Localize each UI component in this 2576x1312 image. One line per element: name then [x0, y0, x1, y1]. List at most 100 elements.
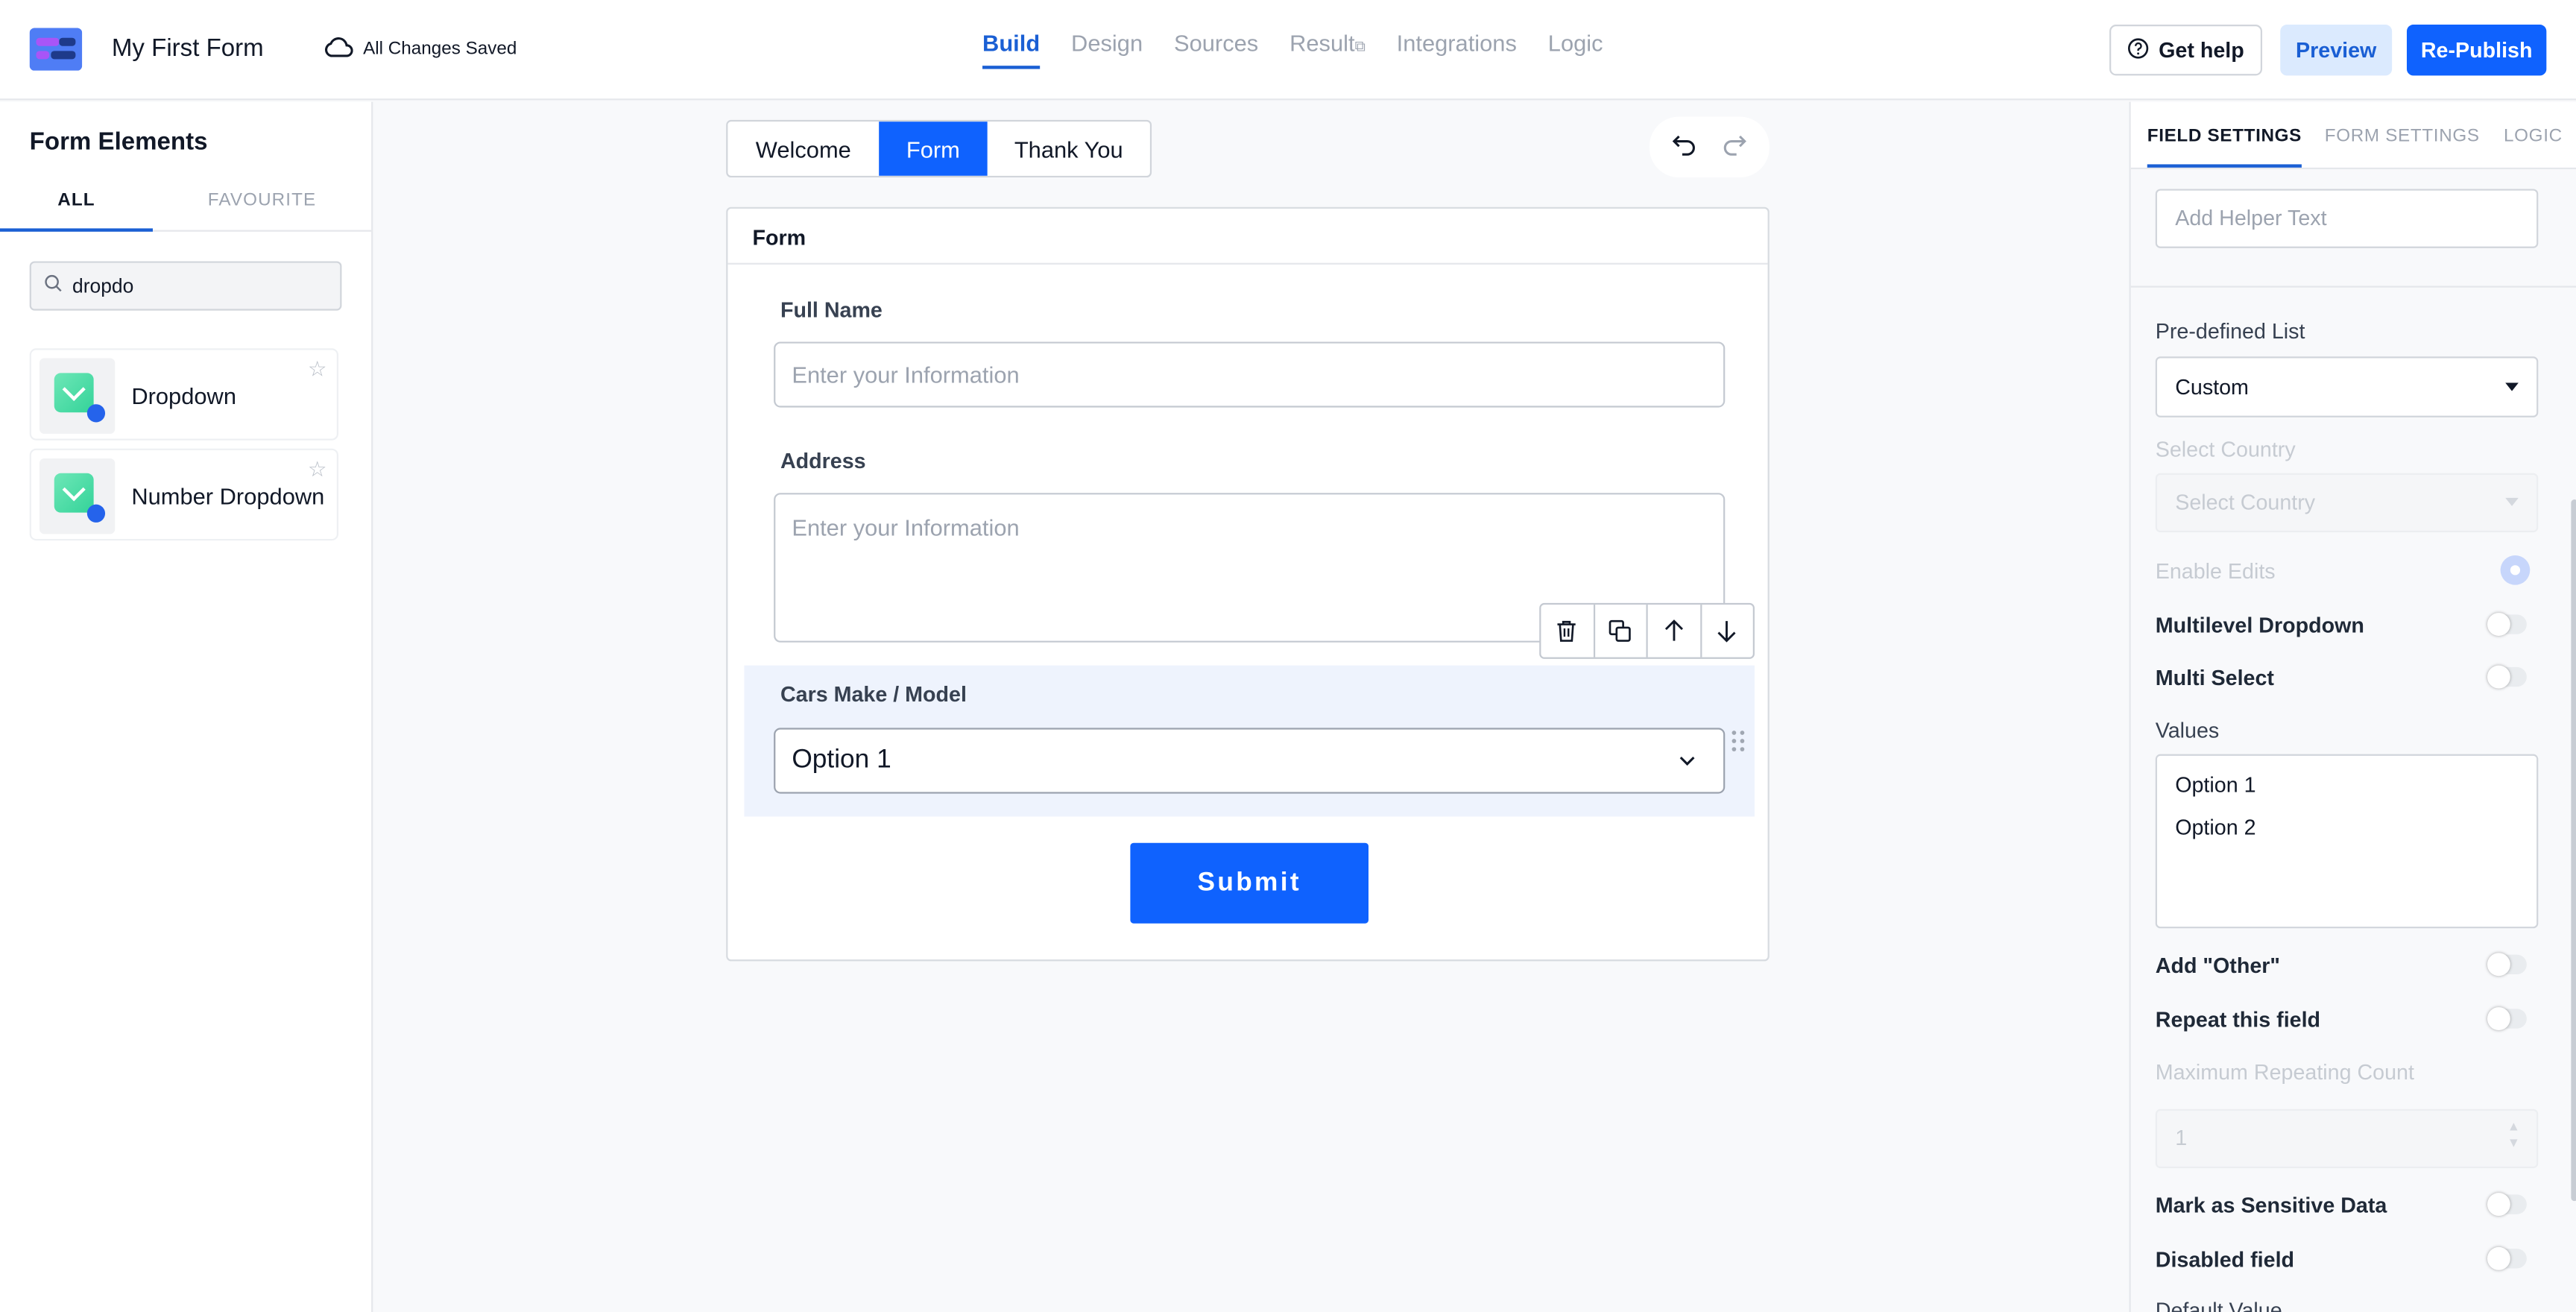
sidebar-title: Form Elements [29, 127, 208, 157]
tab-logic[interactable]: LOGIC [2504, 127, 2563, 146]
form-canvas: Form Full Name Enter your Information Ad… [726, 206, 1770, 962]
field-label-address: Address [780, 448, 866, 473]
caret-down-icon [2504, 475, 2520, 531]
field-toolbar [1539, 602, 1755, 659]
caret-down-icon [2504, 358, 2520, 415]
external-link-icon: ⧉ [1354, 37, 1366, 54]
nav-sources[interactable]: Sources [1174, 30, 1258, 69]
value-item: Option 1 [2175, 772, 2256, 797]
redo-icon[interactable] [1721, 130, 1747, 164]
sensitive-data-label: Mark as Sensitive Data [2155, 1193, 2387, 1218]
add-other-toggle[interactable] [2487, 953, 2527, 977]
settings-scrollbar[interactable] [2571, 499, 2576, 1202]
sidebar-tabs: ALL FAVOURITE [0, 174, 372, 232]
settings-tabs: FIELD SETTINGS FORM SETTINGS LOGIC [2130, 101, 2576, 170]
republish-button[interactable]: Re-Publish [2406, 25, 2547, 76]
top-header: My First Form All Changes Saved Build De… [0, 0, 2576, 101]
max-repeat-input: 1 ▲ ▼ [2155, 1108, 2539, 1169]
save-status: All Changes Saved [323, 36, 517, 62]
chevron-down-icon [1677, 749, 1696, 779]
disabled-field-toggle[interactable] [2487, 1246, 2527, 1270]
app-logo-icon[interactable] [29, 28, 83, 71]
select-country-select: Select Country [2155, 473, 2539, 533]
help-icon [2127, 37, 2149, 63]
nav-design[interactable]: Design [1071, 30, 1143, 69]
predefined-list-value: Custom [2175, 374, 2249, 400]
cloud-icon [323, 36, 353, 62]
selected-field-cars[interactable]: Cars Make / Model Option 1 [744, 665, 1755, 817]
field-label-cars: Cars Make / Model [780, 681, 967, 707]
form-title: Form [727, 209, 1768, 265]
element-card-dropdown[interactable]: Dropdown ☆ [29, 348, 339, 441]
max-repeat-value: 1 [2175, 1125, 2188, 1150]
tab-form-settings[interactable]: FORM SETTINGS [2325, 127, 2480, 146]
favourite-star-icon[interactable]: ☆ [308, 457, 327, 483]
select-country-placeholder: Select Country [2175, 489, 2316, 514]
add-other-label: Add "Other" [2155, 953, 2281, 978]
disabled-field-label: Disabled field [2155, 1246, 2295, 1272]
section-divider [2130, 286, 2576, 288]
duplicate-icon[interactable] [1594, 605, 1648, 657]
value-item: Option 2 [2175, 815, 2256, 840]
preview-button[interactable]: Preview [2280, 25, 2393, 76]
nav-integrations[interactable]: Integrations [1397, 30, 1517, 69]
full-name-input[interactable]: Enter your Information [774, 341, 1726, 408]
element-label: Number Dropdown [131, 483, 325, 510]
search-value: dropdo [72, 274, 134, 297]
nav-result[interactable]: Result⧉ [1289, 30, 1366, 69]
default-value-label: Default Value [2155, 1298, 2282, 1312]
repeat-field-label: Repeat this field [2155, 1007, 2321, 1032]
move-up-icon[interactable] [1648, 605, 1702, 657]
tab-field-settings[interactable]: FIELD SETTINGS [2147, 127, 2302, 168]
element-search-input[interactable]: dropdo [29, 261, 342, 311]
search-icon [45, 274, 63, 297]
delete-icon[interactable] [1541, 605, 1595, 657]
settings-panel: FIELD SETTINGS FORM SETTINGS LOGIC Add H… [2129, 101, 2576, 1312]
history-controls [1649, 116, 1770, 178]
values-textarea[interactable]: Option 1 Option 2 [2155, 754, 2539, 929]
predefined-list-label: Pre-defined List [2155, 318, 2305, 344]
tab-favourite[interactable]: FAVOURITE [153, 191, 371, 210]
get-help-button[interactable]: Get help [2109, 25, 2263, 76]
favourite-star-icon[interactable]: ☆ [308, 356, 327, 382]
element-card-number-dropdown[interactable]: Number Dropdown ☆ [29, 448, 339, 541]
app-root: My First Form All Changes Saved Build De… [0, 0, 2576, 1312]
drag-handle-icon[interactable] [1730, 730, 1746, 753]
field-label-full-name: Full Name [780, 297, 883, 323]
form-elements-sidebar: Form Elements ALL FAVOURITE dropdo Dropd… [0, 101, 373, 1312]
stepper-icon: ▲ ▼ [2507, 1118, 2521, 1150]
nav-build[interactable]: Build [982, 30, 1041, 69]
multilevel-dropdown-toggle[interactable] [2487, 613, 2527, 636]
tab-form[interactable]: Form [879, 122, 988, 176]
dropdown-icon [39, 358, 116, 434]
sensitive-data-toggle[interactable] [2487, 1193, 2527, 1217]
element-label: Dropdown [131, 382, 237, 409]
select-country-label: Select Country [2155, 437, 2296, 462]
get-help-label: Get help [2159, 37, 2244, 63]
tab-thank-you[interactable]: Thank You [988, 122, 1150, 176]
enable-edits-label: Enable Edits [2155, 558, 2276, 584]
undo-icon[interactable] [1671, 130, 1697, 164]
helper-text-input[interactable]: Add Helper Text [2155, 189, 2539, 248]
form-name[interactable]: My First Form [112, 34, 264, 62]
submit-button[interactable]: Submit [1130, 842, 1369, 924]
multilevel-dropdown-label: Multilevel Dropdown [2155, 613, 2364, 638]
move-down-icon[interactable] [1701, 605, 1752, 657]
tab-welcome[interactable]: Welcome [727, 122, 879, 176]
page-tabs: Welcome Form Thank You [726, 119, 1152, 178]
tab-all[interactable]: ALL [0, 191, 153, 232]
main-nav: Build Design Sources Result⧉ Integration… [982, 30, 1603, 69]
predefined-list-select[interactable]: Custom [2155, 356, 2539, 417]
enable-edits-toggle[interactable] [2500, 555, 2531, 585]
values-label: Values [2155, 718, 2220, 743]
nav-logic[interactable]: Logic [1548, 30, 1603, 69]
dropdown-icon [39, 458, 116, 534]
nav-result-label: Result [1289, 29, 1355, 56]
max-repeat-label: Maximum Repeating Count [2155, 1059, 2414, 1085]
multi-select-toggle[interactable] [2487, 665, 2527, 689]
save-status-text: All Changes Saved [363, 39, 517, 60]
repeat-field-toggle[interactable] [2487, 1007, 2527, 1030]
multi-select-label: Multi Select [2155, 665, 2275, 690]
cars-select-value: Option 1 [792, 745, 891, 775]
cars-select[interactable]: Option 1 [774, 728, 1726, 794]
